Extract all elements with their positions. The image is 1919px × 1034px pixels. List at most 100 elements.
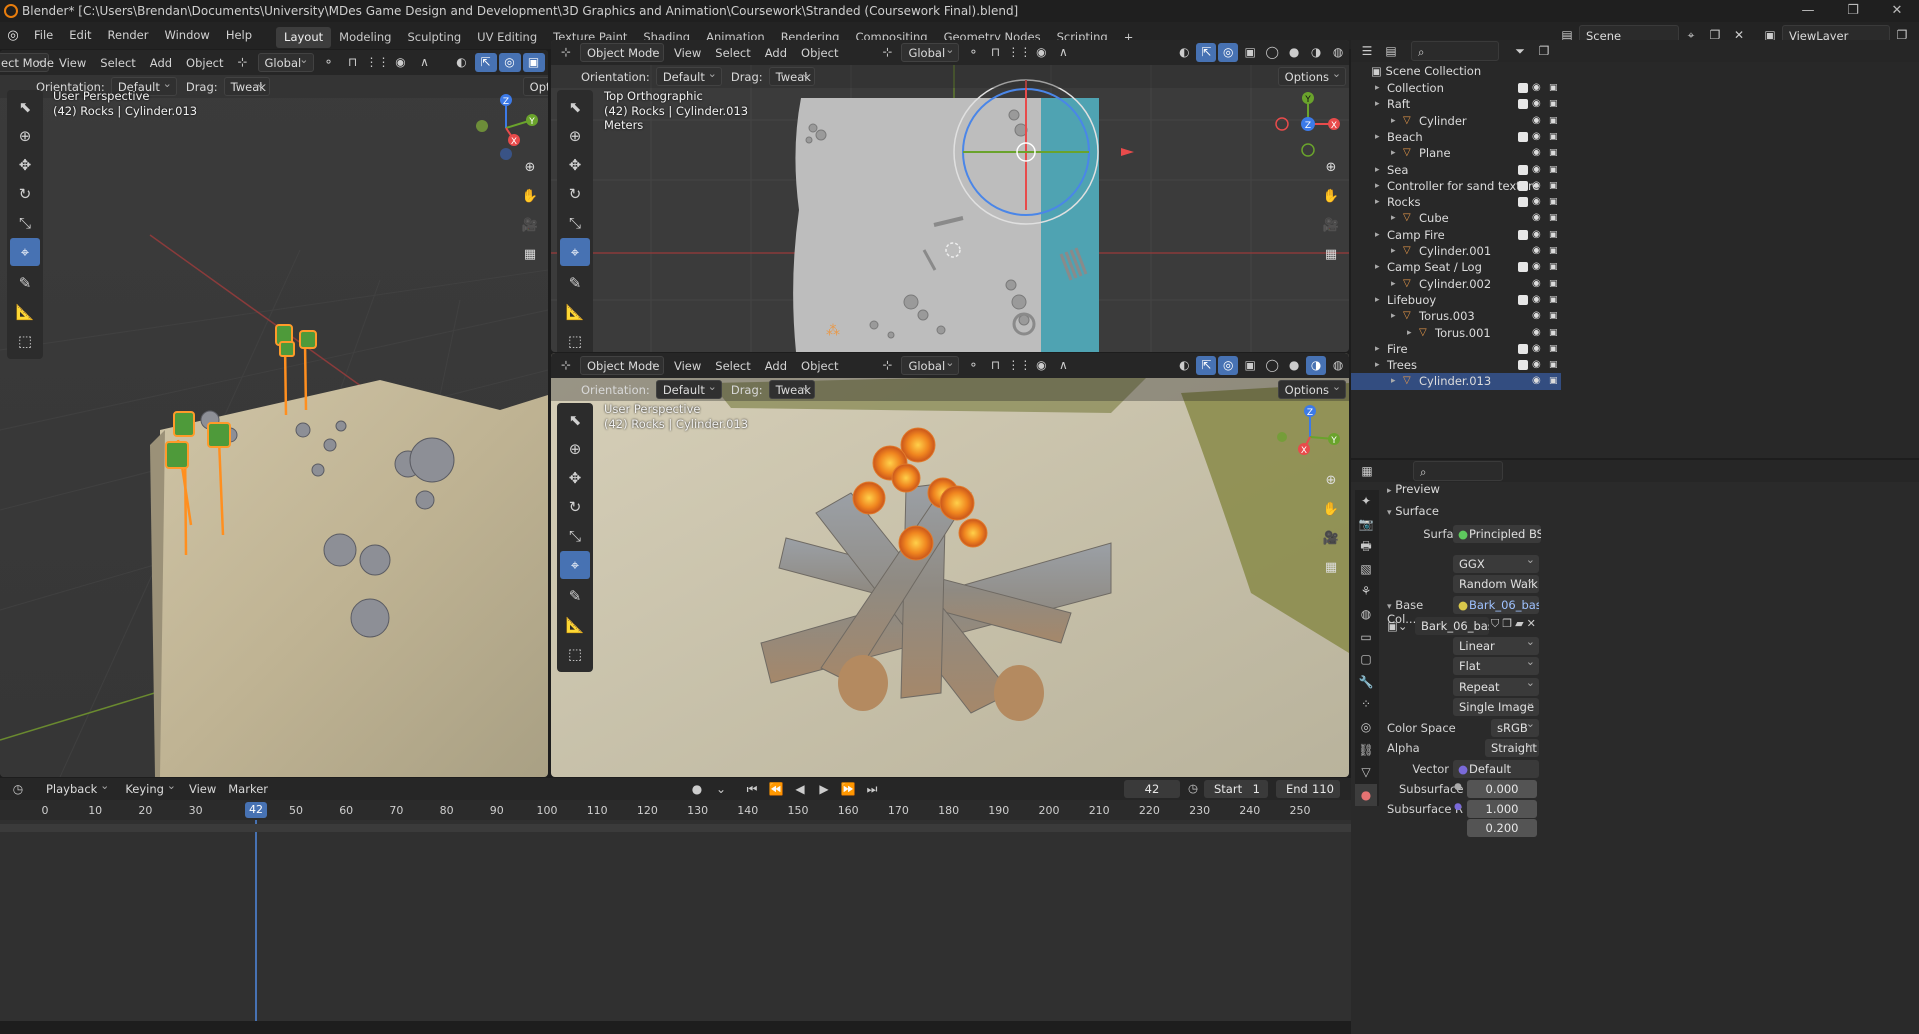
render-camera-icon[interactable]: ▣: [1549, 341, 1558, 357]
cursor-tool-icon[interactable]: ⊕: [10, 122, 40, 150]
editor-type-icon[interactable]: ⊹: [556, 356, 576, 375]
vector-field[interactable]: ● Default: [1453, 760, 1539, 778]
zoom-icon[interactable]: ⊕: [1320, 470, 1342, 492]
exclude-checkbox[interactable]: [1518, 197, 1528, 208]
visibility-eye-icon[interactable]: ◉: [1532, 80, 1541, 96]
options-dropdown[interactable]: Options: [1277, 377, 1347, 399]
drag-dropdown[interactable]: Tweak: [768, 64, 815, 86]
disclosure-triangle-icon[interactable]: ▸: [1391, 308, 1396, 324]
drag-dropdown[interactable]: Tweak: [768, 377, 815, 399]
material-shading-icon[interactable]: ◑: [1306, 356, 1327, 375]
distribution-dropdown[interactable]: GGX: [1453, 555, 1539, 573]
surface-shader-field[interactable]: ●Principled BSDF: [1453, 525, 1541, 543]
disclosure-triangle-icon[interactable]: ▸: [1375, 96, 1380, 112]
disclosure-triangle-icon[interactable]: ▸: [1375, 80, 1380, 96]
snap-target-icon[interactable]: ⋮⋮: [1007, 356, 1031, 375]
orientation-dropdown[interactable]: Default: [655, 64, 722, 86]
viewport-top[interactable]: ⁂ ⊹ Object Mode View Select Add Object ⊹…: [551, 40, 1349, 352]
visibility-icon[interactable]: ◐: [451, 53, 473, 72]
jump-end-icon[interactable]: ⏭: [861, 780, 883, 799]
camera-icon[interactable]: 🎥: [1320, 528, 1342, 550]
outliner-row[interactable]: ▸ ▽ Cylinder ◉ ▣: [1351, 113, 1561, 129]
camera-icon[interactable]: 🎥: [1320, 215, 1342, 237]
overlay-toggle-icon[interactable]: ◎: [1218, 43, 1239, 62]
snap-icon[interactable]: ⊓: [342, 53, 364, 72]
options-dropdown[interactable]: Options: [1277, 64, 1347, 86]
scale-tool-icon[interactable]: ⤡: [560, 209, 590, 237]
editor-type-icon[interactable]: ◷: [7, 780, 29, 799]
timeline-area[interactable]: [0, 820, 1351, 1021]
render-camera-icon[interactable]: ▣: [1549, 243, 1558, 259]
proportional-edit-icon[interactable]: ◉: [1031, 43, 1051, 62]
viewport-bottom[interactable]: ⊹ Object Mode View Select Add Object ⊹ G…: [551, 353, 1349, 777]
render-camera-icon[interactable]: ▣: [1549, 276, 1558, 292]
visibility-eye-icon[interactable]: ◉: [1532, 357, 1541, 373]
disclosure-triangle-icon[interactable]: ▸: [1391, 276, 1396, 292]
display-mode-icon[interactable]: ▤: [1380, 42, 1402, 61]
zoom-icon[interactable]: ⊕: [519, 157, 541, 179]
disclosure-triangle-icon[interactable]: ▸: [1375, 357, 1380, 373]
scene-tab-icon[interactable]: ⚘: [1355, 580, 1377, 602]
snap-icon[interactable]: ⊓: [985, 356, 1005, 375]
transform-tool-icon[interactable]: ⌖: [10, 238, 40, 266]
exclude-checkbox[interactable]: [1518, 180, 1528, 191]
move-tool-icon[interactable]: ✥: [560, 464, 590, 492]
proportional-edit-icon[interactable]: ◉: [1031, 356, 1051, 375]
proportional-edit-icon[interactable]: ◉: [390, 53, 412, 72]
menu-select[interactable]: Select: [708, 46, 757, 60]
add-cube-tool-icon[interactable]: ⬚: [10, 327, 40, 355]
visibility-eye-icon[interactable]: ◉: [1532, 325, 1541, 341]
maximize-icon[interactable]: ❐: [1830, 0, 1876, 22]
duplicate-image-icon[interactable]: ❐: [1502, 617, 1515, 630]
rendered-shading-icon[interactable]: ◍: [1328, 356, 1348, 375]
snap-target-icon[interactable]: ⋮⋮: [1007, 43, 1031, 62]
cursor-tool-icon[interactable]: ⊕: [560, 122, 590, 150]
object-tab-icon[interactable]: ▢: [1355, 648, 1377, 670]
base-color-link[interactable]: ●Bark_06_basec...: [1453, 596, 1539, 614]
grid-view-icon[interactable]: ▦: [519, 244, 541, 266]
disclosure-triangle-icon[interactable]: ▸: [1391, 145, 1396, 161]
move-tool-icon[interactable]: ✥: [560, 151, 590, 179]
orientation-dropdown[interactable]: Default: [655, 377, 722, 399]
grid-view-icon[interactable]: ▦: [1320, 244, 1342, 266]
transform-dropdown[interactable]: Global: [901, 40, 960, 62]
visibility-icon[interactable]: ◐: [1174, 43, 1194, 62]
transform-tool-icon[interactable]: ⌖: [560, 238, 590, 266]
menu-file[interactable]: File: [26, 22, 61, 49]
measure-tool-icon[interactable]: 📐: [560, 298, 590, 326]
minimize-icon[interactable]: —: [1785, 0, 1831, 22]
outliner-row[interactable]: ▸ ▽ Plane ◉ ▣: [1351, 145, 1561, 161]
outliner-row[interactable]: ▸ Trees ◉ ▣: [1351, 357, 1561, 373]
tab-modeling[interactable]: Modeling: [331, 27, 399, 48]
menu-select[interactable]: Select: [708, 359, 757, 373]
menu-add[interactable]: Add: [758, 359, 794, 373]
outliner-row[interactable]: ▸ ▽ Cylinder.013 ◉ ▣: [1351, 373, 1561, 390]
zoom-icon[interactable]: ⊕: [1320, 157, 1342, 179]
xray-toggle-icon[interactable]: ▣: [1240, 356, 1260, 375]
pan-hand-icon[interactable]: ✋: [1320, 186, 1342, 208]
menu-render[interactable]: Render: [100, 22, 157, 49]
outliner-row[interactable]: ▸ Rocks ◉ ▣: [1351, 194, 1561, 210]
navigation-gizmo-left[interactable]: Z Y X: [470, 92, 542, 164]
xray-toggle-icon[interactable]: ▣: [1240, 43, 1260, 62]
viewport-left[interactable]: ect Mode View Select Add Object ⊹ Global…: [0, 50, 548, 777]
editor-type-icon[interactable]: ☰: [1356, 42, 1378, 61]
disclosure-triangle-icon[interactable]: ▸: [1375, 194, 1380, 210]
unlink-image-icon[interactable]: ✕: [1527, 617, 1539, 630]
pan-hand-icon[interactable]: ✋: [1320, 499, 1342, 521]
preview-range-icon[interactable]: ◷: [1188, 781, 1198, 795]
visibility-eye-icon[interactable]: ◉: [1532, 308, 1541, 324]
scale-tool-icon[interactable]: ⤡: [560, 522, 590, 550]
cursor-tool-icon[interactable]: ⊕: [560, 435, 590, 463]
render-camera-icon[interactable]: ▣: [1549, 178, 1558, 194]
preview-panel[interactable]: ▸ Preview: [1387, 482, 1440, 496]
start-frame-field[interactable]: Start 1: [1204, 780, 1268, 798]
menu-select[interactable]: Select: [93, 56, 142, 70]
surface-panel[interactable]: ▾ Surface: [1387, 504, 1439, 518]
outliner-row[interactable]: ▸ Controller for sand texture ◉ ▣: [1351, 178, 1561, 194]
visibility-icon[interactable]: ◐: [1174, 356, 1194, 375]
auto-keying-icon[interactable]: ●: [686, 780, 708, 799]
timeline-scrollbar[interactable]: [0, 824, 1351, 832]
modifier-tab-icon[interactable]: 🔧: [1355, 671, 1377, 693]
outliner-row[interactable]: ▸ Beach ◉ ▣: [1351, 129, 1561, 145]
